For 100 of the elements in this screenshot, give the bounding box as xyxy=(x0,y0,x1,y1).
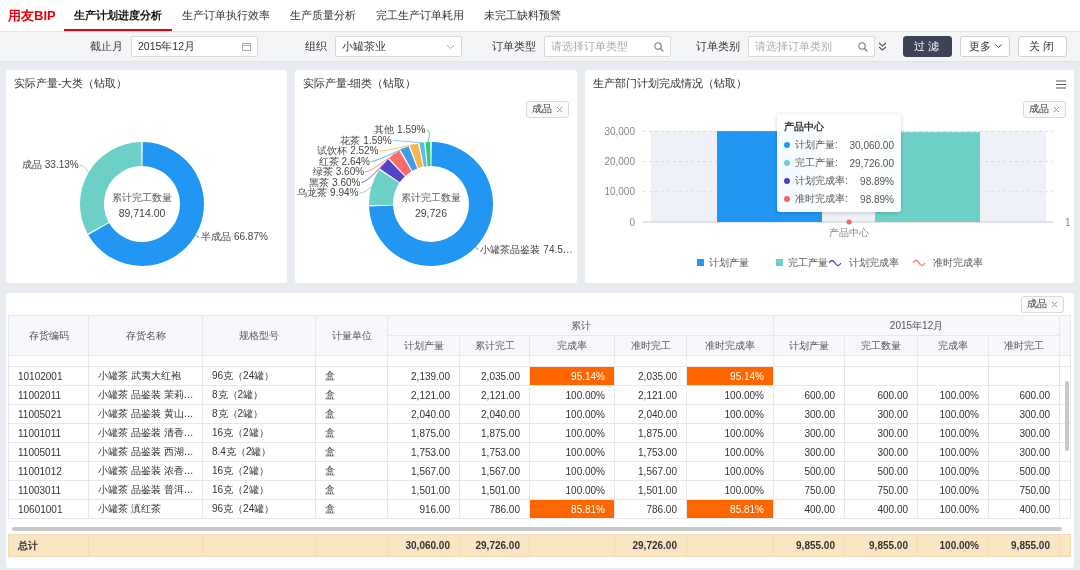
close-icon[interactable] xyxy=(1053,105,1060,113)
table-cell: 9,855.00 xyxy=(844,534,918,557)
table-cell: 1,753.00 xyxy=(459,442,530,462)
table-cell: 1,567.00 xyxy=(459,461,530,481)
table-cell: 500.00 xyxy=(773,461,845,481)
table-cell: 2,040.00 xyxy=(614,404,687,424)
leader-line xyxy=(79,164,89,174)
table-cell: 29,726.00 xyxy=(459,534,530,557)
table-cell: 100.00% xyxy=(686,480,774,500)
table-cell: 400.00 xyxy=(988,499,1060,519)
table-cell: 8.4克（2罐） xyxy=(202,442,316,462)
tab[interactable]: 生产订单执行效率 xyxy=(171,0,280,31)
tag-label: 成品 xyxy=(532,102,552,116)
tab[interactable]: 未完工缺料预警 xyxy=(473,0,571,31)
group-header: 2015年12月 xyxy=(773,315,1060,336)
tab[interactable]: 生产质量分析 xyxy=(279,0,366,31)
donut-slice[interactable] xyxy=(380,159,405,183)
tag-label: 成品 xyxy=(1029,102,1049,116)
table-cell: 16克（2罐） xyxy=(202,423,316,443)
donut-slice[interactable] xyxy=(409,143,423,169)
close-icon[interactable] xyxy=(556,105,563,113)
table-cell: 9,855.00 xyxy=(988,534,1060,557)
slice-label: 绿茶 xyxy=(312,166,333,178)
more-button[interactable]: 更多 xyxy=(960,36,1010,57)
chevron-down-icon xyxy=(446,43,455,50)
table-cell: 11005011 xyxy=(8,442,89,462)
field-label: 订单类别 xyxy=(696,39,740,54)
axis-label: 0 xyxy=(629,216,635,228)
table-cell: 30,060.00 xyxy=(387,534,460,557)
table-cell: 10102001 xyxy=(8,366,89,386)
table-cell: 盒 xyxy=(315,423,388,443)
table-cell: 小罐茶 品鉴装 清香… xyxy=(88,423,203,443)
filter-tag[interactable]: 成品 xyxy=(1023,100,1066,118)
donut-slice[interactable] xyxy=(369,169,400,206)
column-header: 存货编码 xyxy=(8,315,89,356)
leader-line xyxy=(475,246,479,251)
chart-title: 生产部门计划完成情况（钻取） xyxy=(593,77,747,91)
close-icon[interactable] xyxy=(1051,300,1058,308)
table-cell: 300.00 xyxy=(988,442,1060,462)
table-cell: 2,121.00 xyxy=(387,385,460,405)
slice-value: 1.59% xyxy=(363,134,392,146)
slice-value: 3.60% xyxy=(335,166,365,178)
legend-label[interactable]: 准时完成率 xyxy=(933,257,983,268)
donut-slice[interactable] xyxy=(400,146,418,171)
table-cell: 1,753.00 xyxy=(614,442,687,462)
table-cell: 8克（2罐） xyxy=(202,385,316,405)
axis-label: 20,000 xyxy=(604,156,635,168)
dropdown-field[interactable]: 小罐茶业 xyxy=(335,36,462,57)
table-cell: 100.00% xyxy=(529,423,615,443)
field-label: 截止月 xyxy=(90,39,123,54)
column-header: 计量单位 xyxy=(315,315,388,356)
slice-label: 红茶 xyxy=(318,155,339,167)
table-cell: 100.00% xyxy=(917,442,989,462)
table-cell: 300.00 xyxy=(773,404,845,424)
table-cell: 1,567.00 xyxy=(614,461,687,481)
menu-icon[interactable] xyxy=(1056,79,1066,89)
chart-title: 实际产量-大类（钻取） xyxy=(14,77,128,91)
table-cell: 8克（2罐） xyxy=(202,404,316,424)
filter-tag[interactable]: 成品 xyxy=(526,100,569,118)
table-cell: 盒 xyxy=(315,461,388,481)
table-cell: 2,040.00 xyxy=(387,404,460,424)
button[interactable]: 过滤 xyxy=(903,36,952,57)
slice-value: 33.13% xyxy=(44,159,79,171)
legend-label[interactable]: 计划完成率 xyxy=(849,257,899,268)
column-header: 规格型号 xyxy=(202,315,316,356)
button[interactable]: 关闭 xyxy=(1018,36,1067,57)
table-cell: 盒 xyxy=(315,366,388,386)
slice-label: 半成品 xyxy=(200,231,231,243)
table-cell: 300.00 xyxy=(773,442,845,462)
table-cell: 10601001 xyxy=(8,499,89,519)
table-cell: 600.00 xyxy=(844,385,918,405)
table-cell: 11005021 xyxy=(8,404,89,424)
table-cell: 1,753.00 xyxy=(387,442,460,462)
table-cell: 1,501.00 xyxy=(459,480,530,500)
center-value: 89,714.00 xyxy=(118,207,166,219)
table-cell: 小罐茶 品鉴装 西湖… xyxy=(88,442,203,462)
table-cell: 2,035.00 xyxy=(459,366,530,386)
scrollbar[interactable] xyxy=(1065,381,1069,451)
scrollbar[interactable] xyxy=(12,527,1062,531)
table-cell: 750.00 xyxy=(844,480,918,500)
table-cell: 2,121.00 xyxy=(459,385,530,405)
chart-title: 实际产量-细类（钻取） xyxy=(303,77,417,91)
expand-icon[interactable] xyxy=(878,42,887,51)
chevron-down-icon xyxy=(994,44,1002,49)
filter-tag[interactable]: 成品 xyxy=(1021,295,1064,313)
legend-label[interactable]: 完工产量 xyxy=(788,257,828,268)
tab[interactable]: 完工生产订单耗用 xyxy=(365,0,474,31)
date-field[interactable]: 2015年12月 xyxy=(131,36,258,57)
tooltip-title: 产品中心 xyxy=(784,120,825,134)
table-cell: 750.00 xyxy=(773,480,845,500)
table-cell: 盒 xyxy=(315,385,388,405)
tooltip-label: 完工产量: xyxy=(795,156,838,170)
table-cell: 400.00 xyxy=(844,499,918,519)
legend-label[interactable]: 计划产量 xyxy=(709,257,749,268)
table-cell: 500.00 xyxy=(988,461,1060,481)
slice-value: 66.87% xyxy=(233,231,268,243)
table-cell: 786.00 xyxy=(459,499,530,519)
center-label: 累计完工数量 xyxy=(112,192,172,203)
table-cell: 2,040.00 xyxy=(459,404,530,424)
donut-slice[interactable] xyxy=(389,150,412,176)
